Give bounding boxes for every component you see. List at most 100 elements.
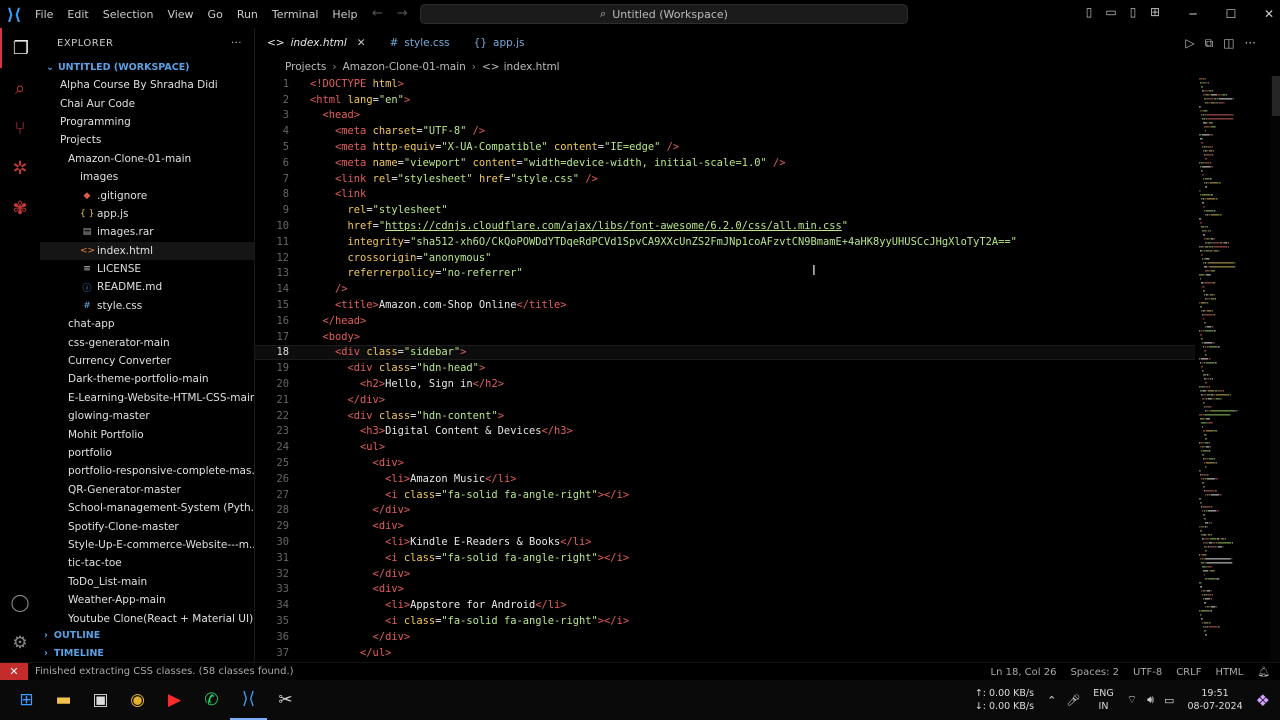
command-center[interactable]: ⌕ Untitled (Workspace): [420, 4, 908, 24]
folder-item[interactable]: Spotify-Clone-master: [40, 517, 254, 535]
folder-item[interactable]: Weather-App-main: [40, 591, 254, 609]
microphone-icon[interactable]: 🎤︎: [1066, 694, 1080, 707]
menu-item-selection[interactable]: Selection: [96, 8, 161, 21]
file-item[interactable]: ◆ .gitignore: [40, 186, 254, 204]
folder-item[interactable]: ToDo_List-main: [40, 573, 254, 591]
breadcrumb-item[interactable]: Amazon-Clone-01-main: [343, 61, 466, 73]
file-item[interactable]: ≡ LICENSE: [40, 260, 254, 278]
folder-item[interactable]: Currency Converter: [40, 352, 254, 370]
folder-item[interactable]: portfolio: [40, 444, 254, 462]
more-editor-actions-icon[interactable]: ···: [1245, 36, 1256, 51]
folder-item[interactable]: Alpha Course By Shradha Didi: [40, 76, 254, 94]
language-mode[interactable]: HTML: [1215, 667, 1243, 678]
breadcrumb-item[interactable]: Projects: [285, 61, 326, 73]
code-line[interactable]: 18 <div class="sidebar">: [255, 344, 1195, 361]
code-line[interactable]: 30 <li>Kindle E-Readers & Books</li>: [255, 534, 1195, 550]
folder-item[interactable]: Programming: [40, 113, 254, 131]
code-line[interactable]: 24 <ul>: [255, 439, 1195, 455]
code-line[interactable]: 14 />: [255, 281, 1195, 297]
chrome-icon[interactable]: ◉: [119, 680, 156, 720]
editor-scrollbar[interactable]: [1270, 76, 1280, 662]
code-line[interactable]: 3 <head>: [255, 108, 1195, 124]
folder-item[interactable]: portfolio-responsive-complete-mas...: [40, 462, 254, 480]
file-item[interactable]: { } app.js: [40, 205, 254, 223]
code-line[interactable]: 37 </ul>: [255, 645, 1195, 661]
folder-item[interactable]: images: [40, 168, 254, 186]
toggle-panel-icon[interactable]: ▭: [1104, 5, 1118, 19]
menu-item-go[interactable]: Go: [201, 8, 230, 21]
code-line[interactable]: 17 <body>: [255, 329, 1195, 345]
code-line[interactable]: 21 </div>: [255, 392, 1195, 408]
encoding[interactable]: UTF-8: [1133, 667, 1162, 678]
vscode-taskbar-icon[interactable]: ⟩⟨: [230, 680, 267, 720]
chevron-up-icon[interactable]: ⌃: [1047, 694, 1056, 707]
menu-item-file[interactable]: File: [28, 8, 60, 21]
folder-item[interactable]: glowing-master: [40, 407, 254, 425]
code-line[interactable]: 28 </div>: [255, 503, 1195, 519]
store-icon[interactable]: ▣: [82, 680, 119, 720]
folder-item[interactable]: E-Learning-Website-HTML-CSS-main: [40, 389, 254, 407]
folder-item[interactable]: Amazon-Clone-01-main: [40, 150, 254, 168]
code-line[interactable]: 29 <div>: [255, 518, 1195, 534]
code-line[interactable]: 16 </head>: [255, 313, 1195, 329]
toggle-secondary-sidebar-icon[interactable]: ▯: [1126, 5, 1140, 19]
tab-style-css[interactable]: # style.css: [378, 28, 462, 58]
account-icon[interactable]: ◯: [0, 583, 40, 623]
code-line[interactable]: 32 </div>: [255, 566, 1195, 582]
snipping-tool-icon[interactable]: ✂: [267, 680, 304, 720]
code-line[interactable]: 35 <i class="fa-solid fa-angle-right"></…: [255, 613, 1195, 629]
code-line[interactable]: 20 <h2>Hello, Sign in</h2>: [255, 376, 1195, 392]
open-preview-icon[interactable]: ⧉: [1205, 36, 1214, 51]
customize-layout-icon[interactable]: ⊞: [1148, 5, 1162, 19]
folder-item[interactable]: chat-app: [40, 315, 254, 333]
file-item[interactable]: # style.css: [40, 297, 254, 315]
youtube-icon[interactable]: ▶: [156, 680, 193, 720]
close-tab-icon[interactable]: ✕: [357, 37, 366, 49]
code-line[interactable]: 36 </div>: [255, 629, 1195, 645]
cursor-position[interactable]: Ln 18, Col 26: [991, 667, 1057, 678]
breadcrumb-item[interactable]: index.html: [504, 61, 560, 73]
more-actions-icon[interactable]: ···: [231, 38, 242, 49]
folder-item[interactable]: QR-Generator-master: [40, 481, 254, 499]
folder-item[interactable]: Chai Aur Code: [40, 94, 254, 112]
tab-index-html[interactable]: <> index.html ✕: [255, 28, 378, 58]
input-language[interactable]: ENG IN: [1093, 687, 1113, 713]
menu-item-view[interactable]: View: [160, 8, 200, 21]
code-line[interactable]: 12 crossorigin="anonymous": [255, 250, 1195, 266]
search-view-icon[interactable]: ⌕: [0, 68, 40, 108]
remote-icon[interactable]: ✕: [0, 662, 28, 681]
battery-icon[interactable]: ▭: [1164, 694, 1174, 707]
code-line[interactable]: 1 <!DOCTYPE html>: [255, 76, 1195, 92]
folder-item[interactable]: css-generator-main: [40, 333, 254, 351]
code-line[interactable]: 15 <title>Amazon.com-Shop Online</title>: [255, 297, 1195, 313]
maximize-icon[interactable]: ☐: [1212, 0, 1250, 28]
split-editor-icon[interactable]: ◫: [1223, 36, 1234, 51]
file-explorer-icon[interactable]: ▬: [45, 680, 82, 720]
code-line[interactable]: 6 <meta name="viewport" content="width=d…: [255, 155, 1195, 171]
code-line[interactable]: 10 href="https://cdnjs.cloudflare.com/aj…: [255, 218, 1195, 234]
code-line[interactable]: 11 integrity="sha512-xh6O/CkQoPOWDdYTDqe…: [255, 234, 1195, 250]
code-line[interactable]: 13 referrerpolicy="no-referrer": [255, 266, 1195, 282]
manage-gear-icon[interactable]: ⚙: [0, 623, 40, 663]
copilot-icon[interactable]: ❖: [1256, 691, 1270, 710]
folder-item[interactable]: Style-Up-E-commerce-Website---m...: [40, 536, 254, 554]
code-line[interactable]: 19 <div class="hdn-head">: [255, 360, 1195, 376]
outline-section[interactable]: › OUTLINE: [40, 626, 254, 644]
extensions-icon[interactable]: ✾: [0, 188, 40, 228]
file-item[interactable]: ▤ images.rar: [40, 223, 254, 241]
wifi-icon[interactable]: ⌔: [1127, 693, 1137, 707]
workspace-header[interactable]: ⌄ UNTITLED (WORKSPACE): [40, 58, 254, 76]
scrollbar-thumb[interactable]: [1272, 76, 1280, 116]
code-line[interactable]: 5 <meta http-equiv="X-UA-Compatible" con…: [255, 139, 1195, 155]
whatsapp-icon[interactable]: ✆: [193, 680, 230, 720]
file-item[interactable]: <> index.html: [40, 241, 254, 260]
toggle-primary-sidebar-icon[interactable]: ▯: [1082, 5, 1096, 19]
forward-icon[interactable]: →: [397, 6, 422, 21]
menu-item-help[interactable]: Help: [325, 8, 364, 21]
folder-item[interactable]: Youtube Clone(React + Material UI): [40, 609, 254, 627]
code-line[interactable]: 27 <i class="fa-solid fa-angle-right"></…: [255, 487, 1195, 503]
menu-item-run[interactable]: Run: [230, 8, 265, 21]
tab-app-js[interactable]: {} app.js: [462, 28, 537, 58]
menu-item-edit[interactable]: Edit: [60, 8, 95, 21]
volume-icon[interactable]: 🔊︎: [1147, 693, 1154, 707]
